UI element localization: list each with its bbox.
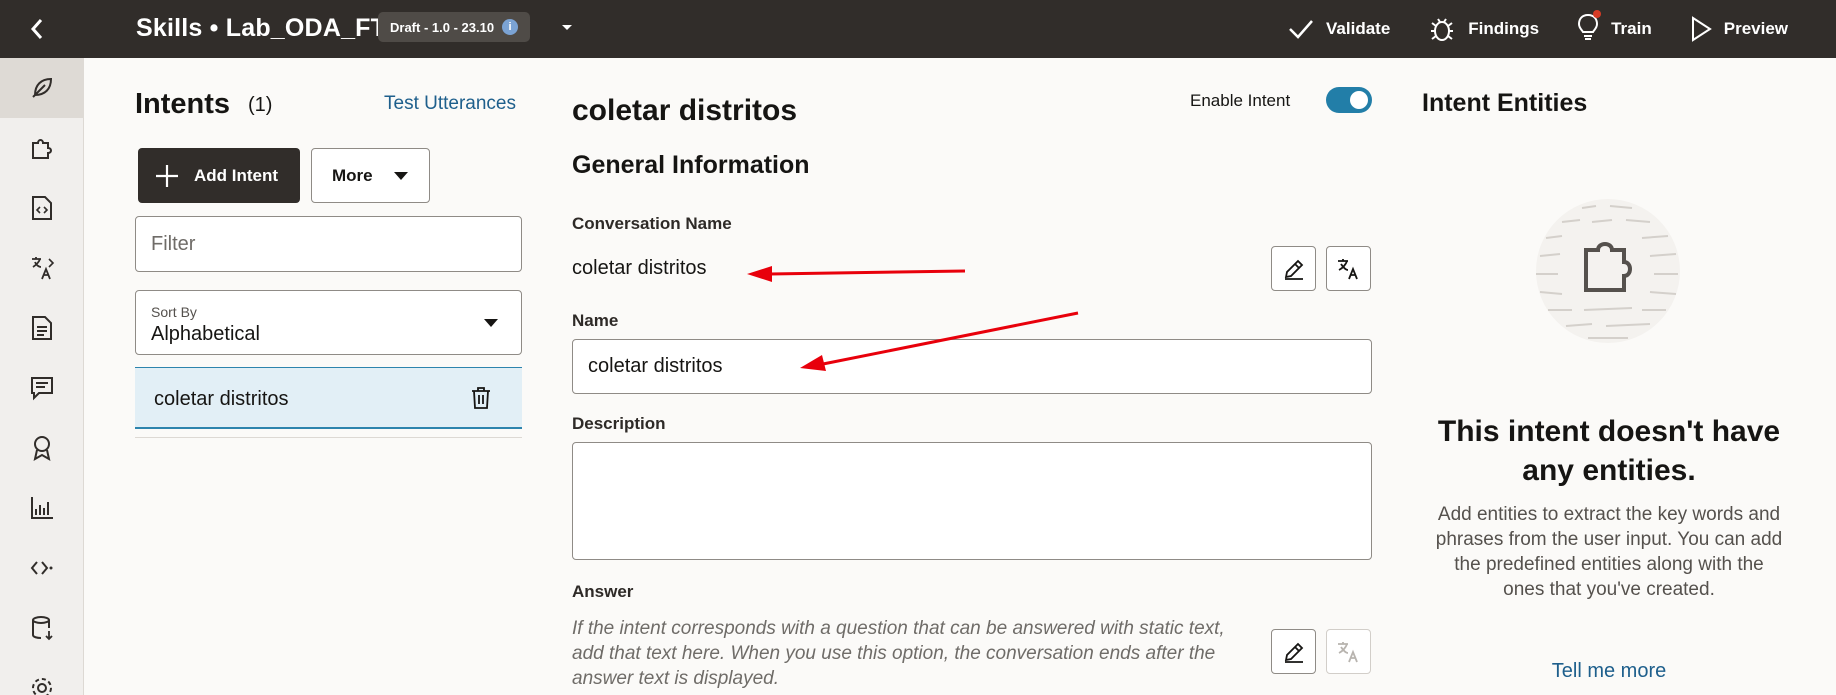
empty-entities-illustration [1536,199,1680,343]
empty-state-heading: This intent doesn't have any entities. [1437,415,1781,487]
tell-me-more-link[interactable]: Tell me more [1422,660,1796,683]
empty-state-text: Add entities to extract the key words an… [1435,504,1783,600]
intent-entities-title: Intent Entities [1422,89,1588,117]
annotation-arrow-name [800,311,1079,371]
annotation-arrow-conversation-name [747,266,966,282]
